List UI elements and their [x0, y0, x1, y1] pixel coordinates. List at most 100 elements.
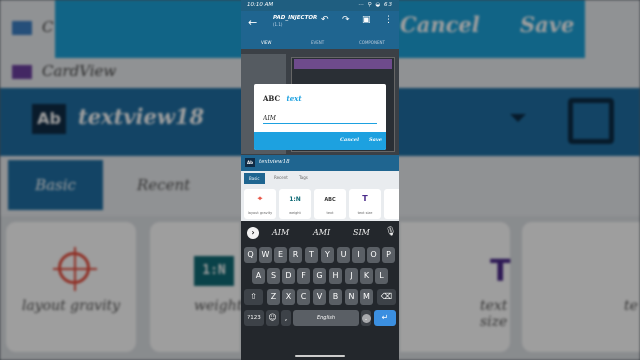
suggestion-word[interactable]: AIM: [272, 228, 289, 237]
tab-basic[interactable]: Basic: [244, 173, 265, 184]
text-size-icon: T: [362, 194, 368, 203]
project-subtitle: (1.1): [273, 22, 283, 27]
property-card-weight[interactable]: 1:N weight: [279, 189, 311, 219]
weight-icon: 1:N: [289, 196, 301, 203]
bg-card-text-size: T text size: [400, 222, 510, 352]
key[interactable]: U: [337, 247, 350, 263]
redo-icon[interactable]: ↷: [342, 15, 350, 25]
abc-icon: ABC: [324, 197, 336, 203]
textview-icon: Ab: [245, 158, 255, 167]
editor-tabs: VIEW EVENT COMPONENT: [241, 38, 399, 49]
bg-list-item-cardview: CardView: [42, 62, 117, 80]
bg-card-partial: te: [522, 222, 640, 352]
widget-id[interactable]: textview18: [259, 159, 290, 165]
bg-tab-recent: Recent: [137, 176, 191, 194]
mic-icon[interactable]: 🎙: [385, 227, 396, 237]
panel-header: Ab textview18: [241, 155, 399, 171]
key[interactable]: B: [329, 289, 342, 305]
key[interactable]: O: [367, 247, 380, 263]
property-card-partial[interactable]: [384, 189, 399, 219]
suggestion-strip: › AIM AMI SIM 🎙: [241, 225, 399, 241]
bg-cancel-text: Cancel: [400, 12, 480, 37]
symbols-key[interactable]: ?123: [244, 310, 264, 326]
tab-view[interactable]: VIEW: [261, 40, 271, 45]
text-input[interactable]: [263, 113, 377, 124]
key[interactable]: E: [274, 247, 287, 263]
screen: C CardView Cancel Save Ab textview18 Bas…: [0, 0, 640, 360]
key[interactable]: J: [345, 268, 358, 284]
back-arrow-icon[interactable]: ←: [248, 16, 257, 29]
bg-textview-icon: Ab: [32, 104, 66, 134]
save-button[interactable]: Save: [369, 137, 382, 143]
save-icon[interactable]: ▣: [362, 15, 371, 25]
status-icons: ⋯ ⚲ ◒ 63: [358, 2, 393, 8]
key[interactable]: A: [252, 268, 265, 284]
key[interactable]: P: [382, 247, 395, 263]
abc-icon: ABC: [263, 94, 281, 103]
emoji-key[interactable]: ☺: [266, 310, 279, 326]
tab-tags[interactable]: Tags: [299, 175, 308, 180]
key[interactable]: M: [360, 289, 373, 305]
property-card-text[interactable]: ABC text: [314, 189, 346, 219]
more-icon[interactable]: ⋮: [384, 15, 393, 25]
enter-key[interactable]: ↵: [374, 310, 396, 326]
key[interactable]: S: [267, 268, 280, 284]
key[interactable]: H: [329, 268, 342, 284]
property-caption: text: [326, 211, 334, 215]
dialog-title: text: [286, 94, 302, 103]
property-caption: text size: [357, 211, 373, 215]
bg-save-disk-icon: [568, 98, 614, 144]
backspace-key[interactable]: ⌫: [377, 289, 396, 305]
status-bar: 10:10 AM ⋯ ⚲ ◒ 63: [241, 0, 399, 11]
dialog-header: ABC text: [263, 94, 302, 103]
bg-list-item: C: [42, 18, 54, 36]
suggestion-word[interactable]: AMI: [313, 228, 330, 237]
key[interactable]: X: [282, 289, 295, 305]
space-key[interactable]: English: [293, 310, 359, 326]
key[interactable]: Y: [321, 247, 334, 263]
tab-component[interactable]: COMPONENT: [359, 40, 385, 45]
app-bar: ← PAD_INJECTOR (1.1) ↶ ↷ ▣ ⋮ VIEW EVENT …: [241, 11, 399, 49]
key[interactable]: F: [297, 268, 310, 284]
bg-save-text: Save: [520, 12, 575, 37]
key[interactable]: Q: [244, 247, 257, 263]
property-panel: Ab textview18 Basic Recent Tags ⌖ layout…: [241, 155, 399, 221]
bg-card-layout-gravity: layout gravity: [6, 222, 136, 352]
comma-key[interactable]: ,: [281, 310, 291, 326]
suggestion-word[interactable]: SIM: [353, 228, 370, 237]
key[interactable]: W: [259, 247, 272, 263]
key[interactable]: K: [360, 268, 373, 284]
key[interactable]: V: [313, 289, 326, 305]
key[interactable]: Z: [267, 289, 280, 305]
touch-indicator: [362, 314, 371, 323]
cancel-button[interactable]: Cancel: [340, 137, 359, 143]
bg-widget-name: textview18: [78, 104, 205, 129]
key[interactable]: G: [313, 268, 326, 284]
key[interactable]: C: [297, 289, 310, 305]
tab-event[interactable]: EVENT: [311, 40, 324, 45]
property-caption: layout gravity: [247, 211, 273, 215]
key[interactable]: R: [289, 247, 302, 263]
preview-toolbar: [294, 59, 392, 69]
tab-recent[interactable]: Recent: [274, 175, 288, 180]
text-edit-dialog: ABC text Cancel Save: [254, 84, 386, 150]
key[interactable]: I: [352, 247, 365, 263]
bg-card-weight: 1:N weight: [150, 222, 242, 352]
key[interactable]: N: [345, 289, 358, 305]
soft-keyboard: › AIM AMI SIM 🎙 Q W E R T Y U I O P A S …: [241, 221, 399, 360]
bg-card-label: te: [624, 298, 638, 314]
shift-key[interactable]: ⇧: [244, 289, 263, 305]
crosshair-icon: ⌖: [257, 194, 263, 203]
property-caption: weight: [289, 211, 301, 215]
bg-tab-basic: Basic: [8, 160, 103, 210]
key[interactable]: T: [305, 247, 318, 263]
chevron-right-icon[interactable]: ›: [247, 227, 259, 239]
phone-screen: 10:10 AM ⋯ ⚲ ◒ 63 ← PAD_INJECTOR (1.1) ↶…: [241, 0, 399, 360]
crosshair-icon: [53, 247, 97, 291]
key[interactable]: D: [282, 268, 295, 284]
undo-icon[interactable]: ↶: [321, 15, 329, 25]
navigation-handle[interactable]: [295, 355, 345, 357]
key[interactable]: L: [375, 268, 388, 284]
property-card-text-size[interactable]: T text size: [349, 189, 381, 219]
property-card-layout-gravity[interactable]: ⌖ layout gravity: [244, 189, 276, 219]
